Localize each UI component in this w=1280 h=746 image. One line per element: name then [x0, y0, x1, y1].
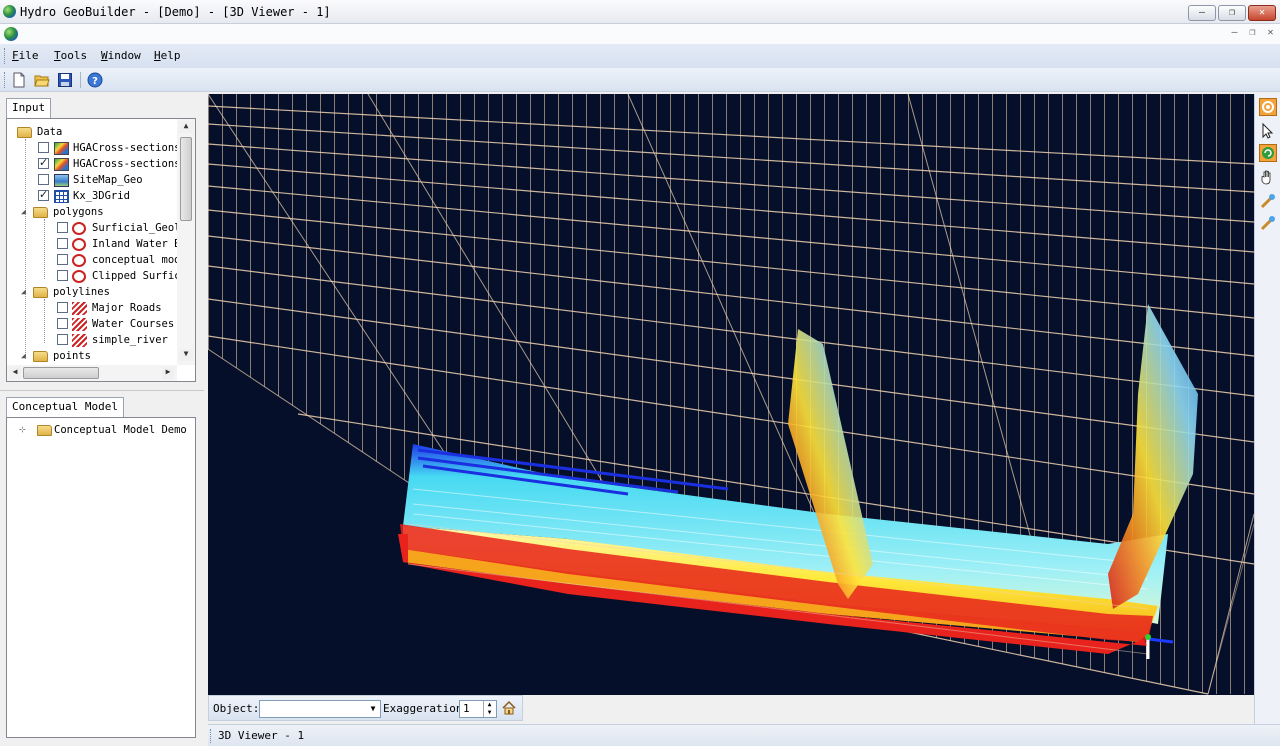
mdi-close-button[interactable]: ✕ — [1263, 26, 1278, 40]
checkbox-water-courses[interactable] — [57, 318, 68, 329]
polyline-layer-icon — [72, 318, 87, 331]
toolbar-grip[interactable] — [4, 72, 7, 88]
folder-icon — [37, 425, 52, 436]
menu-file[interactable]: File — [12, 49, 39, 62]
object-select[interactable]: ▼ — [259, 700, 381, 718]
grid-layer-icon — [54, 190, 69, 203]
collapse-arrow-icon[interactable]: ◢ — [21, 348, 30, 364]
app-globe-icon — [3, 5, 16, 18]
view-tools-strip — [1254, 94, 1280, 724]
menu-bar: File Tools Window Help — [0, 44, 1280, 68]
polygon-layer-icon — [72, 222, 86, 235]
input-tree-panel: Data HGACross-sections HGACross-sections… — [6, 118, 196, 382]
folder-icon — [33, 207, 48, 218]
scroll-down-arrow-icon[interactable]: ▼ — [179, 349, 193, 361]
stepper-down-icon[interactable]: ▼ — [483, 709, 495, 717]
exaggeration-stepper[interactable]: 1 ▲ ▼ — [459, 700, 497, 718]
input-tree: Data HGACross-sections HGACross-sections… — [7, 119, 177, 365]
folder-icon — [33, 287, 48, 298]
rotate-view-icon[interactable] — [1259, 98, 1277, 116]
object-label: Object: — [213, 702, 260, 715]
3d-scene — [208, 94, 1254, 695]
collapse-arrow-icon[interactable]: ◢ — [21, 284, 30, 300]
polyline-layer-icon — [72, 334, 87, 347]
new-document-icon[interactable] — [11, 72, 27, 88]
checkbox-sitemap[interactable] — [38, 174, 49, 185]
open-folder-icon[interactable] — [34, 72, 50, 88]
help-icon[interactable]: ? — [87, 72, 103, 88]
close-button[interactable]: ✕ — [1248, 5, 1276, 21]
tab-3d-viewer[interactable]: 3D Viewer - 1 — [218, 729, 304, 742]
menu-grip[interactable] — [4, 48, 7, 64]
tab-conceptual-model[interactable]: Conceptual Model — [6, 397, 124, 417]
document-globe-icon[interactable] — [4, 27, 18, 41]
polygon-layer-icon — [72, 254, 86, 267]
select-pointer-icon[interactable] — [1259, 122, 1277, 140]
vertical-scroll-thumb[interactable] — [180, 137, 192, 221]
checkbox-hgacross-2[interactable] — [38, 155, 49, 171]
viewer-bottom-bar: Object: ▼ Exaggeration 1 ▲ ▼ — [208, 695, 1254, 721]
map-layer-icon — [54, 174, 69, 187]
polyline-layer-icon — [72, 302, 87, 315]
checkbox-clipped-surfic[interactable] — [57, 270, 68, 281]
mdi-minimize-button[interactable]: – — [1227, 26, 1242, 40]
document-tab-bar: 3D Viewer - 1 — [208, 724, 1280, 746]
checkbox-major-roads[interactable] — [57, 302, 68, 313]
title-bar: Hydro GeoBuilder - [Demo] - [3D Viewer -… — [0, 0, 1280, 24]
menu-help[interactable]: Help — [154, 49, 181, 62]
minimize-button[interactable]: — — [1188, 5, 1216, 21]
collapse-arrow-icon[interactable]: ◢ — [21, 204, 30, 220]
panel-splitter[interactable] — [0, 390, 204, 393]
3d-viewer-canvas[interactable] — [208, 94, 1254, 695]
raster-layer-icon — [54, 142, 69, 155]
checkbox-simple-river[interactable] — [57, 334, 68, 345]
orbit-icon[interactable] — [1259, 144, 1277, 162]
scroll-left-arrow-icon[interactable]: ◀ — [9, 367, 21, 379]
main-toolbar: ? — [0, 68, 1280, 92]
home-view-icon[interactable] — [501, 700, 517, 716]
tree-horizontal-scrollbar[interactable]: ◀ ▶ — [7, 365, 177, 381]
horizontal-scroll-thumb[interactable] — [23, 367, 99, 379]
exaggeration-label: Exaggeration — [383, 702, 463, 715]
svg-text:?: ? — [92, 76, 98, 87]
folder-icon — [33, 351, 48, 362]
restore-button[interactable]: ❐ — [1218, 5, 1246, 21]
scroll-right-arrow-icon[interactable]: ▶ — [162, 367, 174, 379]
menu-tools[interactable]: Tools — [54, 49, 87, 62]
checkbox-inland-water[interactable] — [57, 238, 68, 249]
save-disk-icon[interactable] — [57, 72, 73, 88]
tabbar-grip — [210, 729, 213, 743]
zoom-out-icon[interactable] — [1259, 214, 1277, 232]
polygon-layer-icon — [72, 270, 86, 283]
mdi-restore-button[interactable]: ❐ — [1245, 26, 1260, 40]
toolbar-separator — [80, 72, 81, 88]
tree-vertical-scrollbar[interactable]: ▲ ▼ — [177, 119, 195, 365]
checkbox-surficial-geol[interactable] — [57, 222, 68, 233]
checkbox-kx-grid[interactable] — [38, 187, 49, 203]
menu-window[interactable]: Window — [101, 49, 141, 62]
tab-input[interactable]: Input — [6, 98, 52, 118]
stepper-up-icon[interactable]: ▲ — [483, 701, 495, 709]
checkbox-hgacross-1[interactable] — [38, 142, 49, 153]
window-title: Hydro GeoBuilder - [Demo] - [3D Viewer -… — [20, 5, 331, 19]
pan-hand-icon[interactable] — [1259, 168, 1277, 186]
polygon-layer-icon — [72, 238, 86, 251]
scroll-up-arrow-icon[interactable]: ▲ — [179, 121, 193, 133]
raster-layer-icon — [54, 158, 69, 171]
chevron-down-icon[interactable]: ▼ — [367, 702, 379, 716]
checkbox-conceptual-mod[interactable] — [57, 254, 68, 265]
conceptual-model-panel: ⊹ Conceptual Model Demo — [6, 417, 196, 738]
zoom-in-icon[interactable] — [1259, 192, 1277, 210]
object-toolbar: Object: ▼ Exaggeration 1 ▲ ▼ — [208, 695, 523, 721]
folder-icon — [17, 127, 32, 138]
mdi-control-strip: – ❐ ✕ — [0, 24, 1280, 44]
expand-plus-icon[interactable]: ⊹ — [19, 422, 28, 438]
